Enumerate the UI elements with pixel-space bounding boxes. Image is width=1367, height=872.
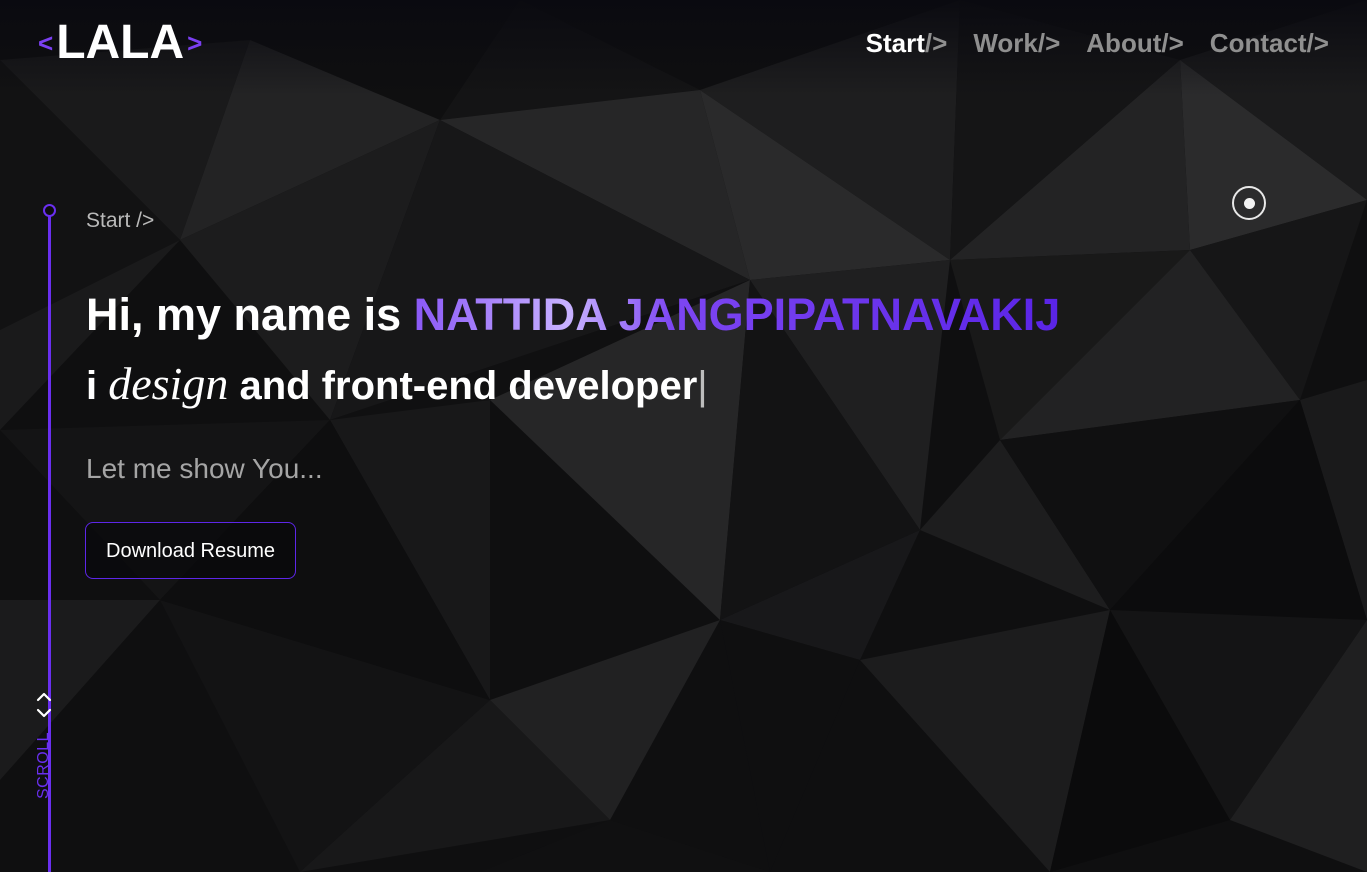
role-italic: design (108, 358, 229, 409)
hero-lead: Let me show You... (86, 453, 323, 484)
nav-item-start[interactable]: Start/> (866, 26, 948, 60)
hero-headline: Hi, my name is NATTIDA JANGPIPATNAVAKIJ (86, 288, 1060, 342)
background-low-poly (0, 0, 1367, 872)
circle-dot-icon[interactable] (1232, 186, 1266, 220)
scroll-label: SCROLL (35, 731, 52, 799)
breadcrumb: Start /> (86, 209, 155, 232)
timeline-node (43, 204, 56, 217)
download-resume-button[interactable]: Download Resume (85, 522, 296, 579)
toggle-dot (1243, 197, 1255, 209)
nav-item-about[interactable]: About/> (1086, 26, 1184, 60)
nav-item-work[interactable]: Work/> (973, 26, 1060, 60)
logo-right-bracket: > (187, 28, 203, 58)
greeting-text: Hi, my name is (86, 289, 414, 340)
nav-item-suffix: /> (1161, 28, 1184, 58)
nav-item-label: Work (973, 28, 1038, 58)
hero-subline: i design and front-end developer| (86, 357, 708, 413)
logo-left-bracket: < (38, 28, 54, 58)
nav-item-suffix: /> (1306, 28, 1329, 58)
typing-caret: | (697, 364, 708, 408)
nav-item-label: About (1086, 28, 1162, 58)
logo-text: LALA (56, 16, 185, 69)
site-logo[interactable]: < LALA > (38, 18, 202, 68)
nav-item-label: Contact (1209, 28, 1307, 58)
nav-item-contact[interactable]: Contact/> (1210, 26, 1329, 60)
role-prefix: i (86, 364, 109, 408)
chevron-up-down-icon[interactable] (35, 690, 53, 722)
hero-name: NATTIDA JANGPIPATNAVAKIJ (413, 289, 1061, 340)
nav-item-label: Start (865, 28, 925, 58)
main-nav: Start/> Work/> About/> Contact/> (866, 26, 1329, 60)
role-rest: and front-end developer (228, 364, 698, 408)
nav-item-suffix: /> (924, 28, 948, 58)
page: < LALA > Start/> Work/> About/> Contact/… (0, 0, 1367, 872)
nav-item-suffix: /> (1037, 28, 1061, 58)
